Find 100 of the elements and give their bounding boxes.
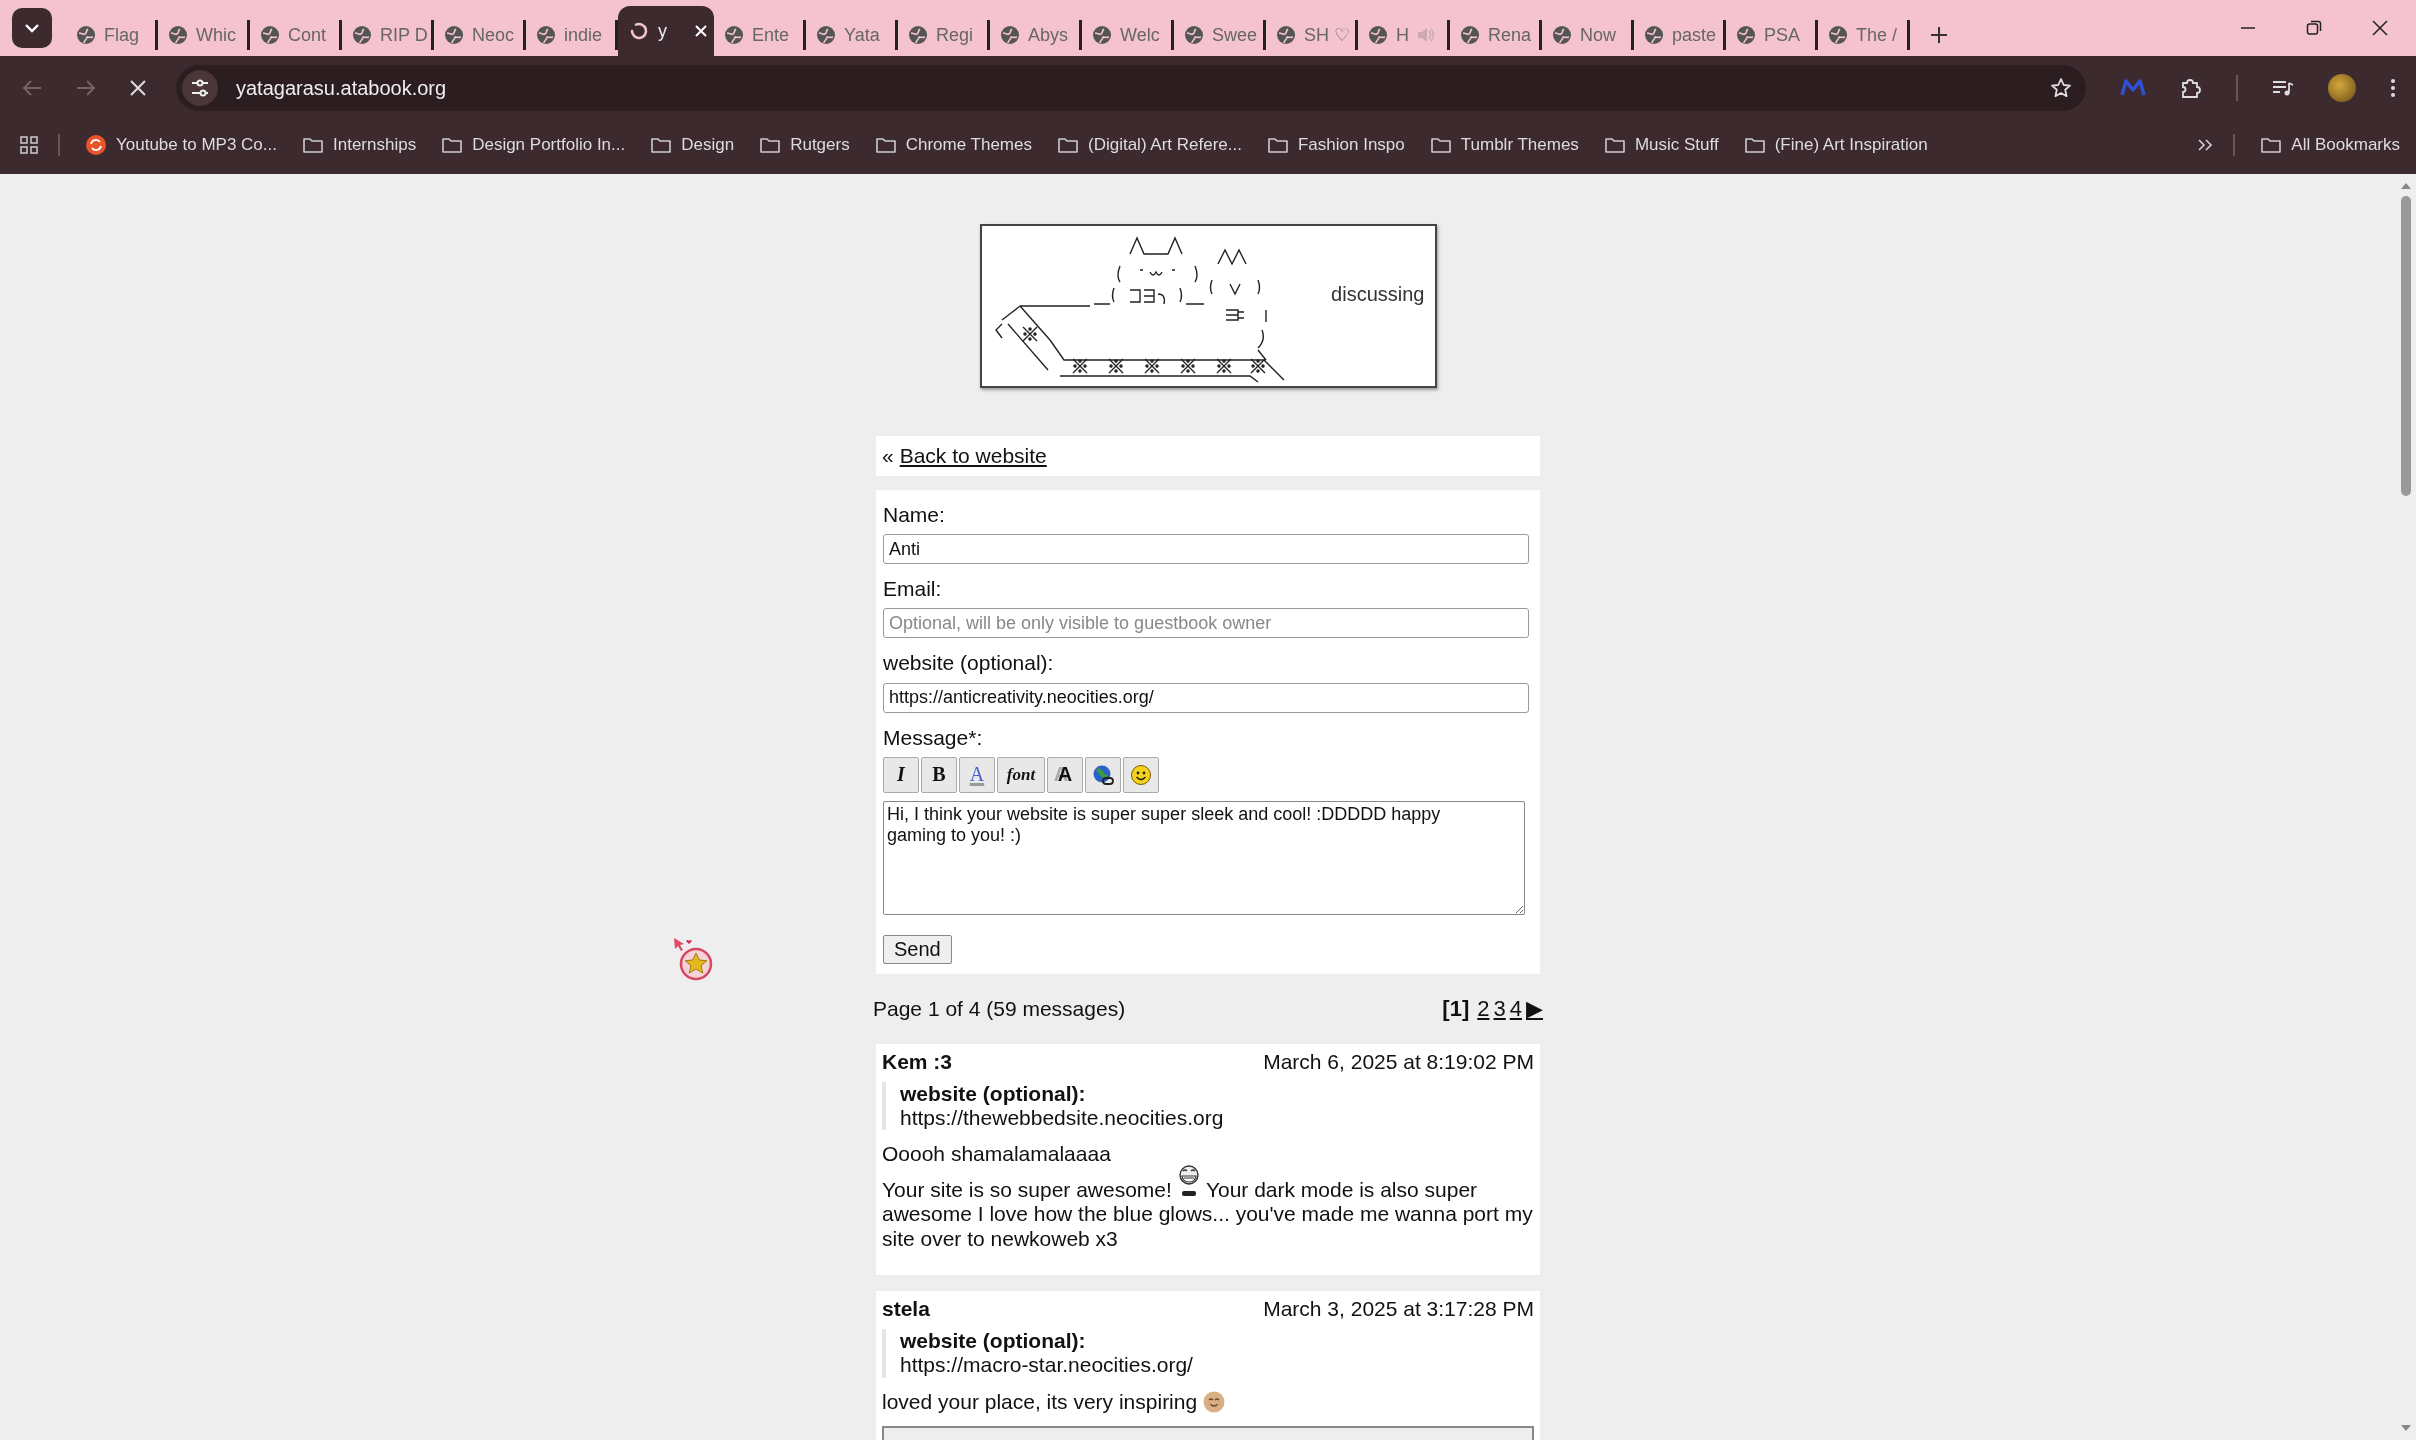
bookmark-item[interactable]: Design Portfolio In... [436, 135, 632, 155]
new-tab-icon[interactable] [1930, 26, 1948, 44]
browser-tab[interactable]: Neoc [434, 20, 526, 50]
tab-title: RIP D [380, 24, 428, 46]
browser-tab[interactable]: SH ♡ [1266, 20, 1358, 50]
smiling-emoji-icon [1203, 1390, 1226, 1413]
tab-search-button[interactable] [12, 8, 52, 48]
scroll-up-icon[interactable] [2400, 182, 2412, 190]
globe-icon [816, 25, 836, 45]
bookmark-item[interactable]: Design [645, 135, 741, 155]
chevron-down-icon [24, 23, 40, 33]
profile-avatar[interactable] [2328, 74, 2356, 102]
field-label: Email: [883, 576, 943, 602]
browser-tab[interactable]: Now [1542, 20, 1634, 50]
grinning-emoji-icon [1177, 1164, 1200, 1199]
banner-caption: discussing [1331, 282, 1425, 306]
browser-tab[interactable]: Rena [1450, 20, 1542, 50]
field-label: Name: [883, 502, 946, 528]
message-text: awesome I love how the blue glows... you've made me wanna port my site over to newkoweb x3 [882, 1202, 1534, 1252]
address-bar[interactable]: yatagarasu.atabook.org [176, 65, 2086, 111]
browser-tab[interactable]: H [1358, 20, 1450, 50]
browser-tab[interactable]: RIP D [342, 20, 434, 50]
tab-title: SH ♡ [1304, 24, 1350, 46]
globe-icon [908, 25, 928, 45]
field-label: website (optional): [883, 650, 1055, 676]
browser-tab[interactable]: Regi [898, 20, 990, 50]
text-field[interactable]: https://anticreativity.neocities.org/ [883, 682, 1529, 713]
globe-icon [76, 25, 96, 45]
bookmark-item[interactable]: Tumblr Themes [1424, 135, 1585, 155]
bookmark-item[interactable]: (Fine) Art Inspiration [1738, 135, 1934, 155]
browser-tab[interactable]: Cont [250, 20, 342, 50]
bookmark-star-icon[interactable] [2050, 77, 2072, 99]
globe-icon [444, 25, 464, 45]
browser-tab[interactable]: Ente [714, 20, 806, 50]
italic-button[interactable]: I [883, 756, 919, 793]
message-field[interactable]: Hi, I think your website is super super sleek and cool! :DDDDD happy gaming to you! :) [883, 800, 1525, 915]
page-link[interactable]: 3 [1493, 995, 1506, 1022]
browser-tab[interactable]: y [618, 6, 714, 56]
globe-icon [1828, 25, 1848, 45]
chevron-double-icon[interactable] [2197, 138, 2214, 152]
browser-tab[interactable]: PSA [1726, 20, 1818, 50]
author-name: stela [882, 1297, 930, 1322]
browser-tab[interactable]: Swee [1174, 20, 1266, 50]
bookmark-item[interactable]: Fashion Inspo [1262, 135, 1411, 155]
message-text: Your site is so super awesome! [882, 1177, 1172, 1201]
emoji-button[interactable] [1123, 756, 1159, 793]
tab-title: Yata [844, 24, 880, 46]
browser-tab[interactable]: Flag [66, 20, 158, 50]
close-icon[interactable] [2372, 20, 2388, 36]
bookmark-item[interactable]: (Digital) Art Refere... [1052, 135, 1248, 155]
scrollbar-thumb[interactable] [2401, 196, 2411, 496]
tab-title: Flag [104, 24, 139, 46]
tab-title: Ente [752, 24, 790, 46]
smiley-icon [1130, 763, 1152, 786]
back-to-website-link[interactable]: Back to website [899, 444, 1047, 468]
browser-tab[interactable]: Welc [1082, 20, 1174, 50]
text-field[interactable]: Anti [883, 534, 1529, 565]
bookmark-item[interactable]: Chrome Themes [869, 135, 1038, 155]
page-summary: Page 1 of 4 (59 messages) [873, 996, 1126, 1021]
browser-tab[interactable]: paste [1634, 20, 1726, 50]
page-link[interactable]: 4 [1509, 995, 1522, 1022]
text-field[interactable]: Optional, will be only visible to guestbook owner [883, 608, 1529, 639]
font-button[interactable]: font [997, 756, 1045, 793]
refresh-circle-icon [86, 135, 106, 155]
text-color-button[interactable]: A [959, 756, 995, 793]
bold-button[interactable]: B [921, 756, 957, 793]
browser-tab[interactable]: Yata [806, 20, 898, 50]
globe-icon [1184, 25, 1204, 45]
scroll-down-icon[interactable] [2400, 1424, 2412, 1432]
restore-icon[interactable] [2306, 20, 2322, 36]
extensions-icon[interactable] [2180, 77, 2202, 99]
field-label: website (optional): [900, 1081, 1087, 1106]
globe-icon [1644, 25, 1664, 45]
author-name: Kem :3 [882, 1049, 953, 1074]
page-link[interactable]: 2 [1477, 995, 1490, 1022]
send-button[interactable]: Send [883, 934, 952, 964]
tab-title: Rena [1488, 24, 1532, 46]
folder-icon [442, 137, 463, 153]
stop-loading-icon[interactable] [130, 80, 146, 96]
website-url: https://thewebbedsite.neocities.org [900, 1105, 1225, 1131]
bookmark-item[interactable]: Youtube to MP3 Co... [80, 135, 283, 155]
globe-icon [260, 25, 280, 45]
browser-tab[interactable]: Whic [158, 20, 250, 50]
site-info-icon[interactable] [182, 70, 218, 106]
all-bookmarks-button[interactable]: All Bookmarks [2255, 135, 2406, 155]
apps-grid-icon[interactable] [20, 136, 38, 154]
bookmark-item[interactable]: Internships [297, 135, 423, 155]
bookmark-item[interactable]: Rutgers [754, 135, 856, 155]
next-page-link[interactable]: ▶ [1526, 995, 1543, 1022]
tab-title: paste [1672, 24, 1717, 46]
bookmark-item[interactable]: Music Stuff [1598, 135, 1725, 155]
link-button[interactable] [1085, 756, 1121, 793]
tab-title: y [658, 20, 667, 42]
globe-icon [1368, 25, 1388, 45]
menu-icon[interactable] [2390, 78, 2396, 98]
media-queue-icon[interactable] [2272, 79, 2294, 97]
font-size-button[interactable]: A [1047, 756, 1083, 793]
browser-tab[interactable]: Abys [990, 20, 1082, 50]
globe-icon [168, 25, 188, 45]
browser-tab[interactable]: The / [1818, 20, 1910, 50]
